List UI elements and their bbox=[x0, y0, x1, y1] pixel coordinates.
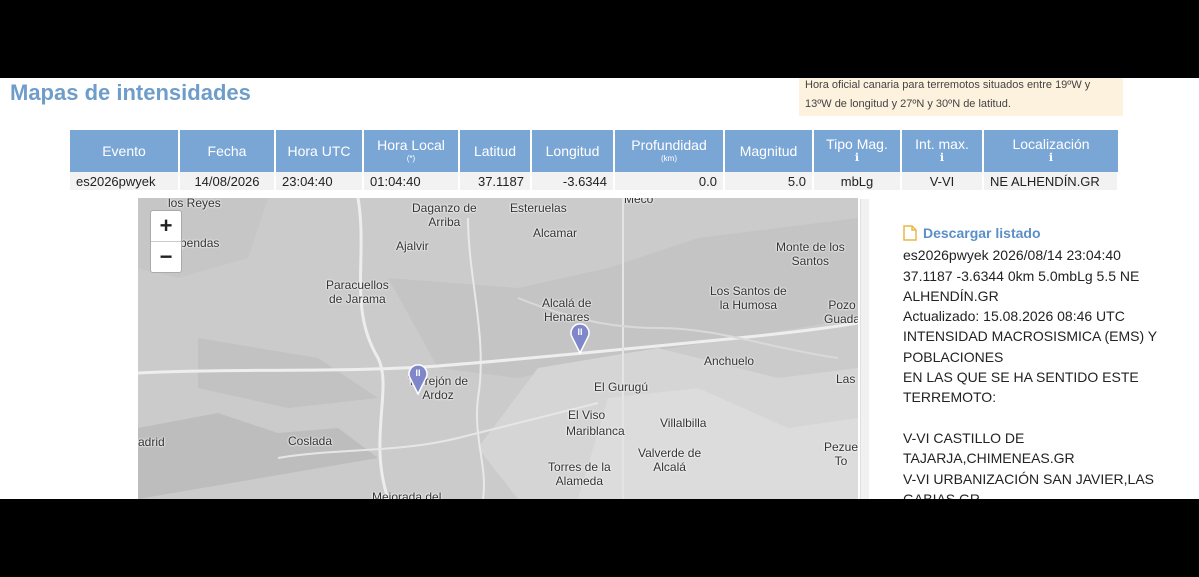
document-icon bbox=[903, 225, 917, 241]
map-label: pendas bbox=[180, 236, 220, 250]
cell-hora-utc: 23:04:40 bbox=[275, 172, 364, 190]
map-label: Los Santos de la Humosa bbox=[710, 284, 787, 312]
map-label: El Gurugú bbox=[594, 380, 649, 394]
col-magnitud[interactable]: Magnitud bbox=[724, 130, 814, 172]
map-label: Pezue To bbox=[824, 440, 858, 468]
intensity-marker-icon[interactable]: II bbox=[407, 361, 429, 395]
map-label: Pozo Guada bbox=[824, 298, 858, 326]
map-label: Mejorada del bbox=[372, 490, 442, 499]
page: Mapas de intensidades Hora oficial canar… bbox=[0, 78, 1199, 499]
map-label: los Reyes bbox=[168, 198, 221, 210]
map-terrain bbox=[138, 198, 858, 499]
map-label: Mariblanca bbox=[566, 424, 625, 438]
table-row[interactable]: es2026pwyek 14/08/2026 23:04:40 01:04:40… bbox=[70, 172, 1119, 190]
intensity-map[interactable]: + − los Reyes Daganzo de Arriba Esteruel… bbox=[138, 198, 858, 499]
zoom-control: + − bbox=[150, 210, 182, 273]
cell-int-max: V-VI bbox=[901, 172, 984, 190]
col-evento[interactable]: Evento bbox=[70, 130, 180, 172]
cell-localizacion: NE ALHENDÍN.GR bbox=[983, 172, 1119, 190]
map-label: Villalbilla bbox=[660, 416, 707, 430]
col-fecha[interactable]: Fecha bbox=[179, 130, 276, 172]
map-label: Ajalvir bbox=[396, 239, 429, 253]
cell-longitud: -3.6344 bbox=[531, 172, 615, 190]
col-latitud[interactable]: Latitud bbox=[459, 130, 532, 172]
cell-evento[interactable]: es2026pwyek bbox=[70, 172, 180, 190]
cell-hora-local: 01:04:40 bbox=[363, 172, 460, 190]
profundidad-unit: (km) bbox=[661, 154, 677, 163]
col-tipo-mag[interactable]: Tipo Mag. ℹ bbox=[813, 130, 902, 172]
info-icon[interactable]: ℹ bbox=[988, 152, 1114, 165]
col-longitud[interactable]: Longitud bbox=[531, 130, 615, 172]
map-label: Las bbox=[836, 372, 856, 386]
marker-label: II bbox=[577, 327, 582, 337]
map-label: Valverde de Alcalá bbox=[638, 446, 702, 474]
zoom-out-button[interactable]: − bbox=[151, 241, 181, 272]
map-label: Alcamar bbox=[533, 226, 578, 240]
cell-magnitud: 5.0 bbox=[724, 172, 814, 190]
map-label: Anchuelo bbox=[704, 354, 755, 368]
map-label: Monte de los Santos bbox=[776, 240, 845, 268]
download-label: Descargar listado bbox=[923, 225, 1041, 241]
map-label: Torres de la Alameda bbox=[548, 460, 611, 488]
events-table: Evento Fecha Hora UTC Hora Local (*) Lati… bbox=[70, 130, 1119, 190]
timezone-notice: Hora oficial canaria para terremotos sit… bbox=[799, 78, 1123, 116]
map-label: Meco bbox=[624, 198, 654, 206]
map-label: adrid bbox=[138, 435, 165, 449]
col-profundidad[interactable]: Profundidad (km) bbox=[614, 130, 725, 172]
zoom-in-button[interactable]: + bbox=[151, 211, 181, 241]
intensity-marker-icon[interactable]: II bbox=[569, 320, 591, 354]
table-header-row: Evento Fecha Hora UTC Hora Local (*) Lati… bbox=[70, 130, 1118, 172]
map-scrollbar[interactable] bbox=[860, 199, 869, 499]
map-label: Esteruelas bbox=[510, 201, 567, 215]
page-title: Mapas de intensidades bbox=[10, 80, 251, 105]
info-icon[interactable]: ℹ bbox=[906, 152, 978, 165]
map-label: Coslada bbox=[288, 434, 333, 448]
cell-profundidad: 0.0 bbox=[614, 172, 725, 190]
event-details-panel: Descargar listado es2026pwyek 2026/08/14… bbox=[903, 223, 1173, 499]
col-int-max[interactable]: Int. max. ℹ bbox=[901, 130, 984, 172]
info-icon[interactable]: ℹ bbox=[818, 152, 896, 165]
event-report-text: es2026pwyek 2026/08/14 23:04:40 37.1187 … bbox=[903, 247, 1157, 499]
cell-fecha: 14/08/2026 bbox=[179, 172, 276, 190]
cell-tipo-mag: mbLg bbox=[813, 172, 902, 190]
cell-latitud: 37.1187 bbox=[459, 172, 532, 190]
col-hora-utc[interactable]: Hora UTC bbox=[275, 130, 364, 172]
marker-label: II bbox=[415, 368, 420, 378]
map-label: Paracuellos de Jarama bbox=[326, 278, 389, 306]
col-hora-local[interactable]: Hora Local (*) bbox=[363, 130, 460, 172]
col-localizacion[interactable]: Localización ℹ bbox=[983, 130, 1118, 172]
map-label: Daganzo de Arriba bbox=[412, 201, 477, 229]
map-label: El Viso bbox=[568, 408, 606, 422]
download-link[interactable]: Descargar listado bbox=[903, 223, 1173, 243]
hora-local-note: (*) bbox=[406, 154, 416, 163]
